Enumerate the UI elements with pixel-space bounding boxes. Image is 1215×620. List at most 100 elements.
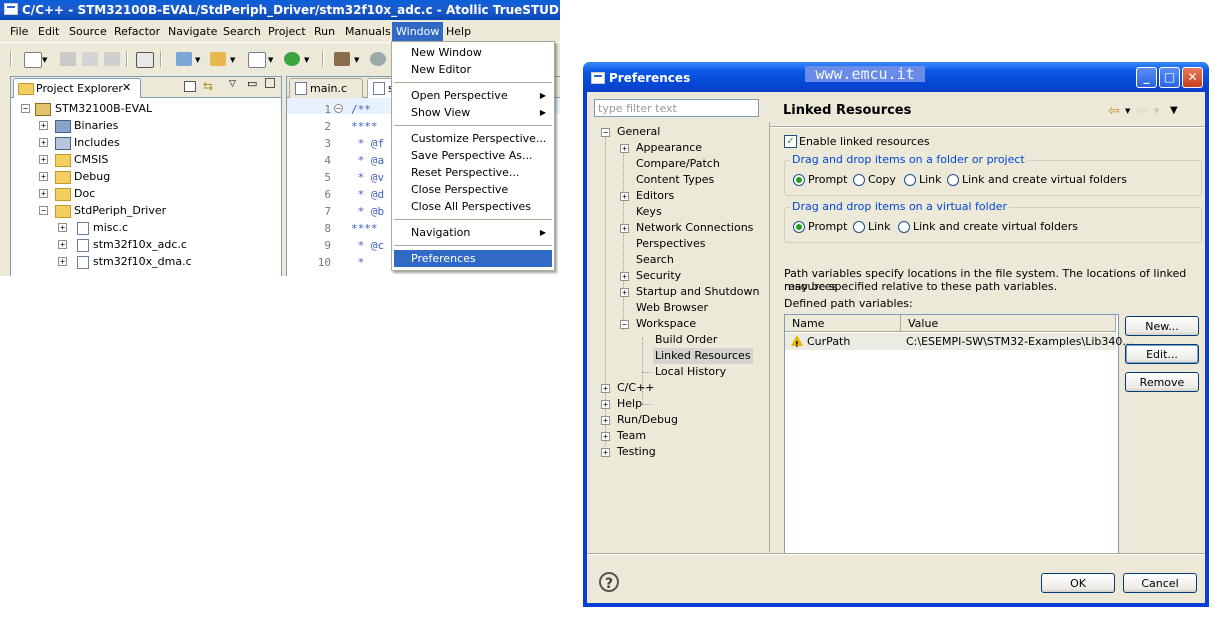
expand-icon[interactable]: +: [620, 272, 629, 281]
save-all-icon[interactable]: [82, 52, 98, 66]
menu-item-open-perspective[interactable]: Open Perspective ▶: [392, 87, 554, 104]
close-button[interactable]: ✕: [1182, 67, 1203, 88]
expand-icon[interactable]: +: [39, 138, 48, 147]
minimize-icon[interactable]: ▭: [247, 77, 257, 90]
line-number: 1: [324, 103, 331, 116]
radio-link[interactable]: [904, 174, 916, 186]
menu-item-label: Preferences: [411, 252, 476, 265]
dropdown-arrow-icon[interactable]: ▼: [230, 56, 235, 64]
menu-file[interactable]: File: [10, 24, 28, 40]
fold-icon[interactable]: −: [334, 104, 343, 113]
menu-navigate[interactable]: Navigate: [168, 24, 217, 40]
menu-run[interactable]: Run: [314, 24, 335, 40]
remove-button[interactable]: Remove: [1125, 372, 1199, 392]
menu-refactor[interactable]: Refactor: [114, 24, 160, 40]
radio-link[interactable]: [853, 221, 865, 233]
filter-input[interactable]: type filter text: [594, 99, 759, 117]
menu-manuals[interactable]: Manuals: [345, 24, 391, 40]
new-class-icon[interactable]: [284, 52, 300, 66]
tab-main-c[interactable]: main.c: [289, 78, 363, 98]
dropdown-arrow-icon[interactable]: ▼: [354, 56, 359, 64]
menu-item-reset-perspective[interactable]: Reset Perspective...: [392, 164, 554, 181]
collapse-icon[interactable]: −: [21, 104, 30, 113]
expand-icon[interactable]: +: [620, 144, 629, 153]
table-row[interactable]: CurPath C:\ESEMPI-SW\STM32-Examples\Lib3…: [785, 333, 1133, 353]
expand-icon[interactable]: +: [58, 257, 67, 266]
tab-project-explorer[interactable]: Project Explorer ✕: [13, 78, 141, 98]
expand-icon[interactable]: +: [620, 288, 629, 297]
expand-icon[interactable]: +: [601, 448, 610, 457]
edit-button[interactable]: Edit...: [1125, 344, 1199, 364]
menu-window[interactable]: Window: [392, 22, 444, 41]
dropdown-arrow-icon[interactable]: ▼: [42, 56, 47, 64]
menu-help[interactable]: Help: [446, 24, 471, 40]
dropdown-arrow-icon[interactable]: ▼: [195, 56, 200, 64]
expand-icon[interactable]: +: [58, 240, 67, 249]
menu-item-navigation[interactable]: Navigation ▶: [392, 224, 554, 241]
menu-item-new-window[interactable]: New Window: [392, 44, 554, 61]
build-hammer-icon[interactable]: [334, 52, 350, 66]
menu-edit[interactable]: Edit: [38, 24, 59, 40]
save-icon[interactable]: [60, 52, 76, 66]
ok-button[interactable]: OK: [1041, 573, 1115, 593]
new-project-icon[interactable]: [176, 52, 192, 66]
radio-link-virtual[interactable]: [947, 174, 959, 186]
radio-prompt[interactable]: [793, 221, 805, 233]
menu-item-save-perspective[interactable]: Save Perspective As...: [392, 147, 554, 164]
expand-icon[interactable]: +: [58, 223, 67, 232]
back-dropdown-icon[interactable]: ▼: [1125, 107, 1130, 115]
menu-item-close-perspective[interactable]: Close Perspective: [392, 181, 554, 198]
maximize-icon[interactable]: [265, 78, 275, 88]
expand-icon[interactable]: +: [601, 400, 610, 409]
expand-icon[interactable]: +: [601, 384, 610, 393]
menu-item-close-all-perspectives[interactable]: Close All Perspectives: [392, 198, 554, 215]
menu-project[interactable]: Project: [268, 24, 306, 40]
help-icon[interactable]: ?: [599, 572, 619, 592]
menu-item-show-view[interactable]: Show View ▶: [392, 104, 554, 121]
maximize-button[interactable]: □: [1159, 67, 1180, 88]
expand-icon[interactable]: +: [601, 432, 610, 441]
expand-icon[interactable]: +: [601, 416, 610, 425]
enable-linked-checkbox[interactable]: ✓: [784, 135, 797, 148]
cancel-button[interactable]: Cancel: [1123, 573, 1197, 593]
link-with-editor-icon[interactable]: ⇆: [203, 79, 213, 93]
tree-label: Includes: [74, 136, 120, 149]
expand-icon[interactable]: +: [620, 224, 629, 233]
collapse-icon[interactable]: −: [601, 128, 610, 137]
collapse-all-icon[interactable]: [184, 81, 196, 92]
new-button[interactable]: New...: [1125, 316, 1199, 336]
forward-dropdown-icon: ▼: [1154, 107, 1160, 115]
minimize-button[interactable]: _: [1136, 67, 1157, 88]
dialog-title-bar[interactable]: Preferences www.emcu.it _ □ ✕: [583, 62, 1209, 92]
binary-icon[interactable]: [136, 52, 154, 68]
dropdown-arrow-icon[interactable]: ▼: [268, 56, 273, 64]
expand-icon[interactable]: +: [39, 155, 48, 164]
view-menu-icon[interactable]: ▽: [229, 79, 236, 89]
menu-item-preferences[interactable]: Preferences: [394, 250, 552, 267]
radio-link-virtual[interactable]: [898, 221, 910, 233]
menu-search[interactable]: Search: [223, 24, 261, 40]
back-arrow-icon[interactable]: ⇦: [1108, 103, 1120, 119]
radio-copy[interactable]: [853, 174, 865, 186]
menu-item-new-editor[interactable]: New Editor: [392, 61, 554, 78]
collapse-icon[interactable]: −: [39, 206, 48, 215]
expand-icon[interactable]: +: [620, 192, 629, 201]
expand-icon[interactable]: +: [39, 189, 48, 198]
new-icon[interactable]: [24, 52, 42, 68]
path-variables-table[interactable]: Name Value CurPath C:\ESEMPI-SW\STM32-Ex…: [784, 314, 1133, 554]
new-folder-icon[interactable]: [210, 52, 226, 66]
new-source-icon[interactable]: [248, 52, 266, 68]
expand-icon[interactable]: +: [39, 172, 48, 181]
debug-icon[interactable]: [370, 52, 386, 66]
dropdown-arrow-icon[interactable]: ▼: [304, 56, 309, 64]
menu-source[interactable]: Source: [69, 24, 107, 40]
column-header-name[interactable]: Name: [785, 315, 901, 332]
menu-item-customize-perspective[interactable]: Customize Perspective...: [392, 130, 554, 147]
print-icon[interactable]: [104, 52, 120, 66]
close-icon[interactable]: ✕: [122, 81, 131, 94]
collapse-icon[interactable]: −: [620, 320, 629, 329]
view-menu-icon[interactable]: ▼: [1170, 105, 1178, 116]
radio-prompt[interactable]: [793, 174, 805, 186]
expand-icon[interactable]: +: [39, 121, 48, 130]
column-header-value[interactable]: Value: [901, 315, 1116, 332]
